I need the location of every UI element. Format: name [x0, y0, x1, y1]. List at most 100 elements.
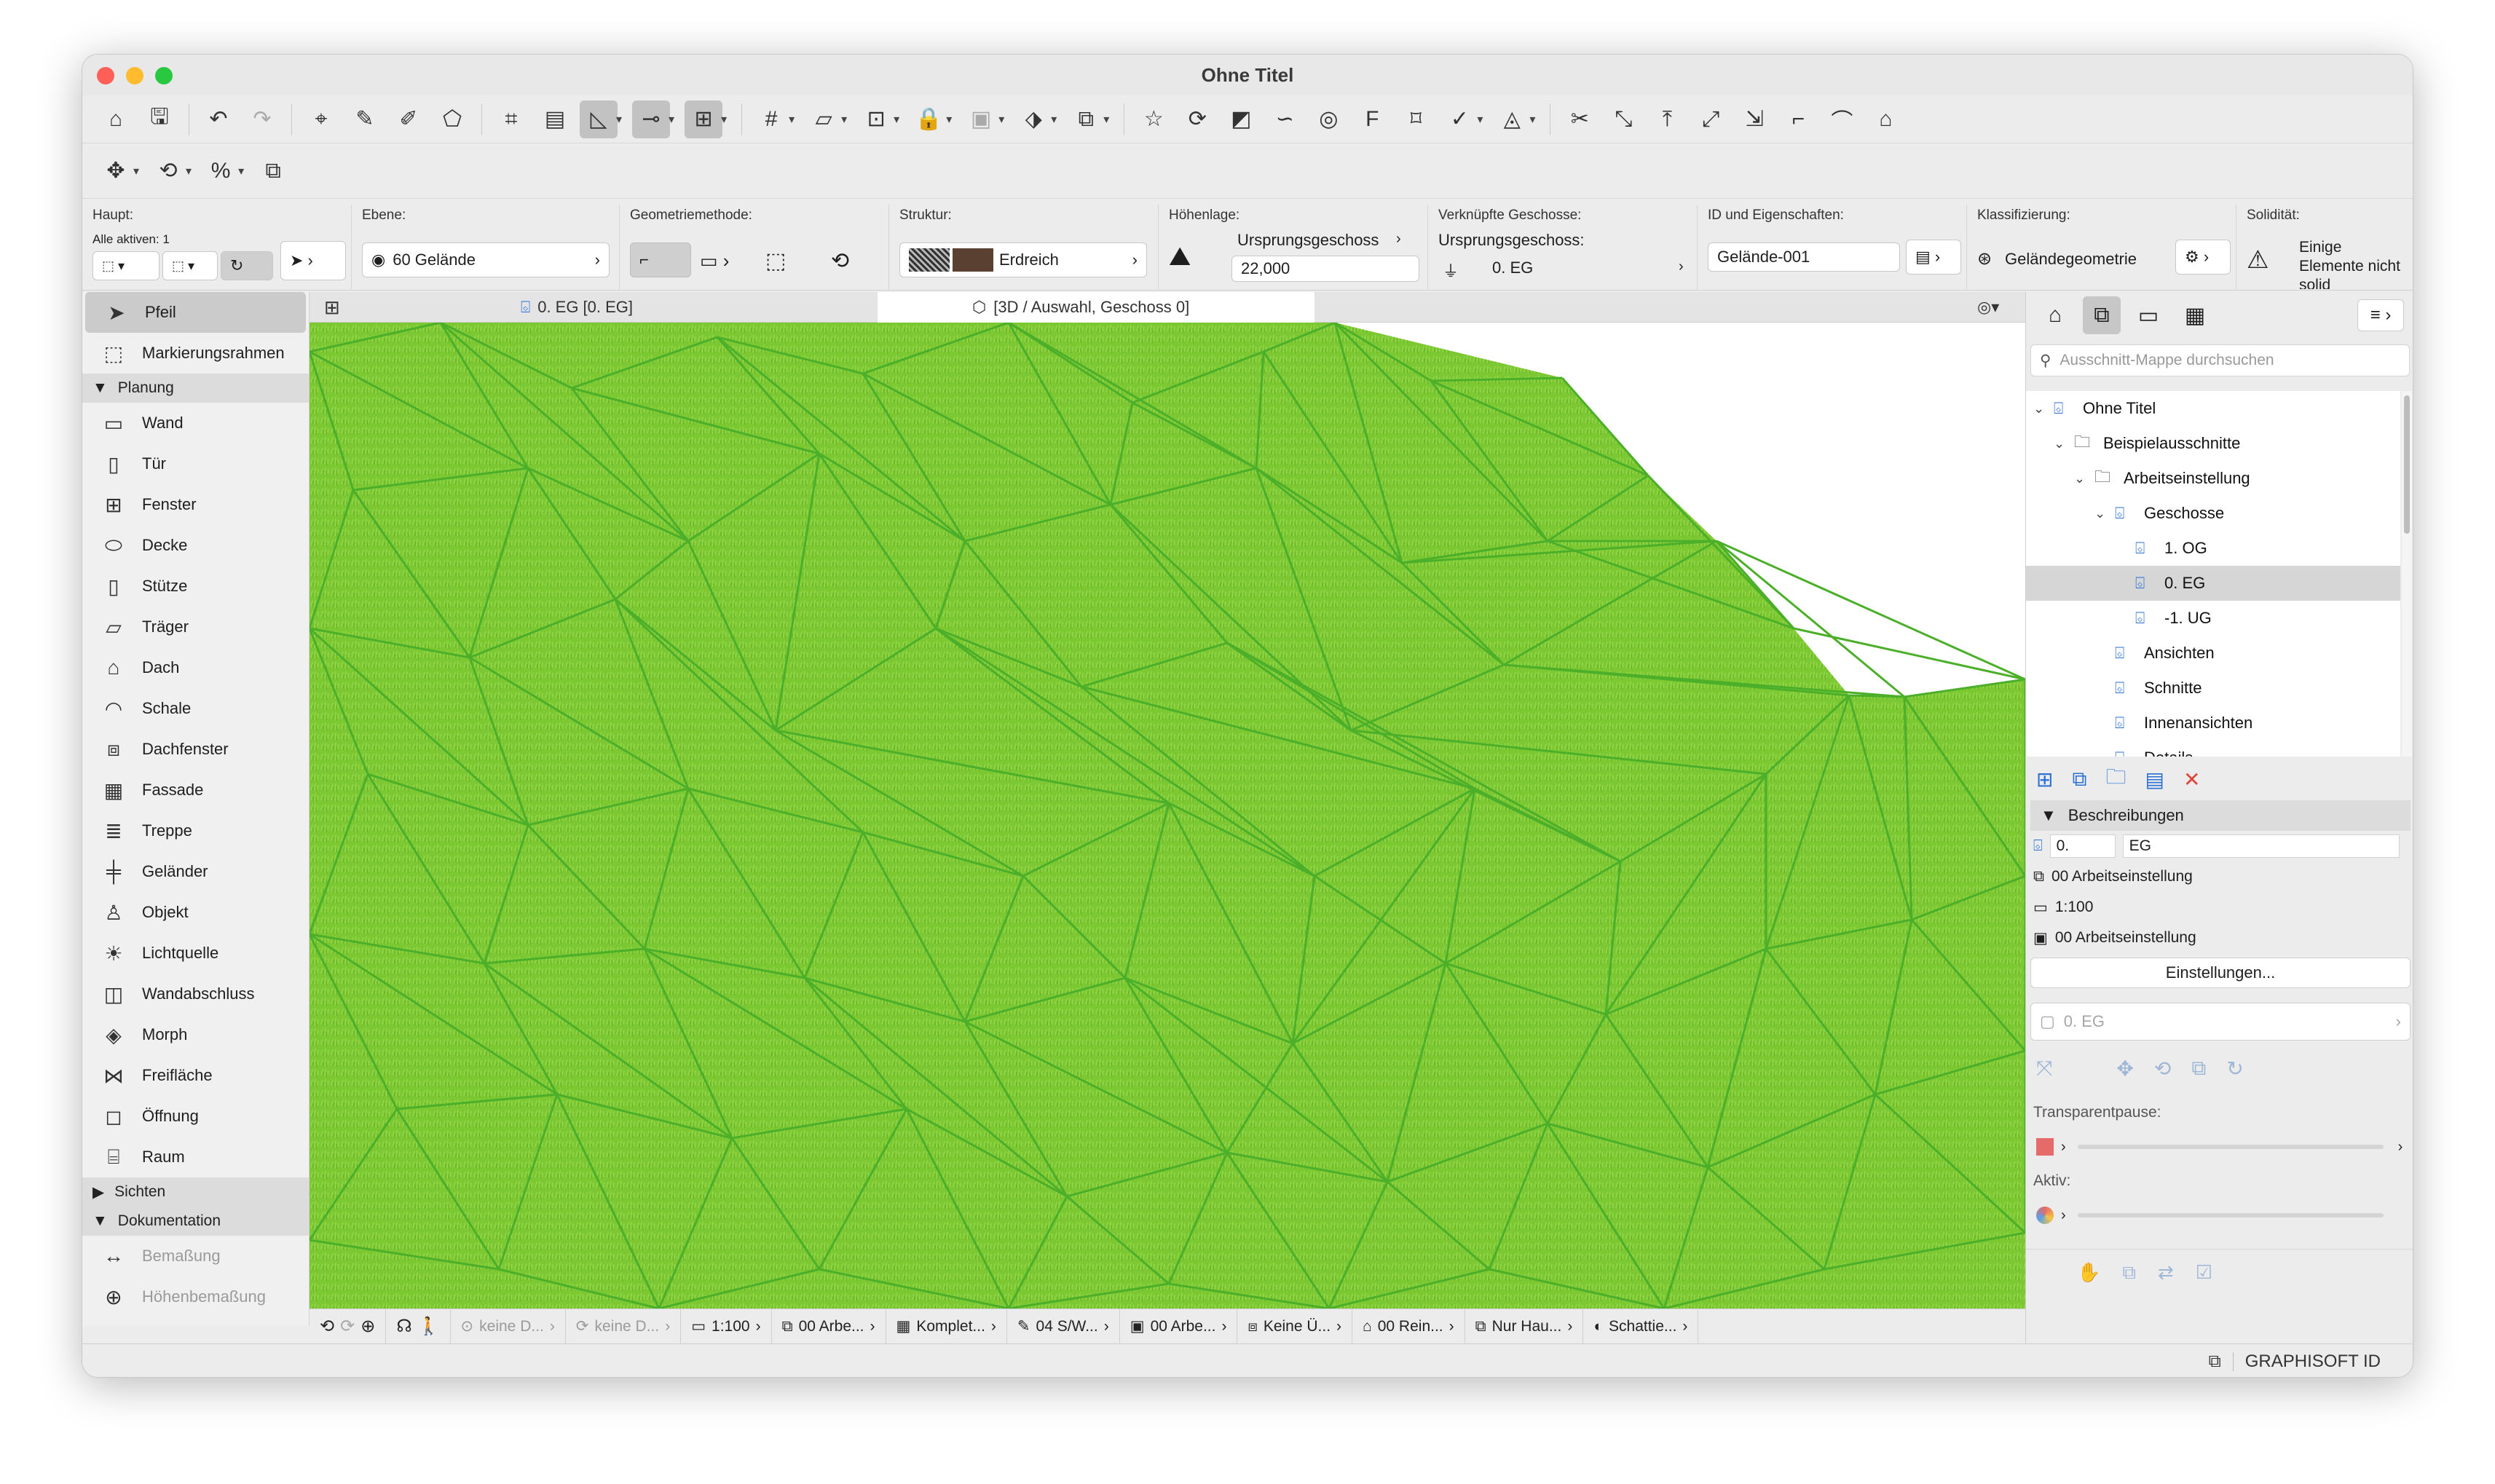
tool-door[interactable]: ▯ Tür — [82, 443, 309, 484]
tool-opening[interactable]: ◻ Öffnung — [82, 1096, 309, 1137]
walk-icon[interactable]: 🚶 — [418, 1316, 440, 1337]
status-item[interactable]: ⧈ Keine Ü... › — [1237, 1309, 1353, 1343]
geometry-box-icon[interactable]: ⬚ — [765, 248, 786, 274]
description-name-input[interactable]: EG — [2122, 834, 2400, 858]
geometry-rotate-icon[interactable]: ⟲ — [831, 248, 849, 274]
render-icon[interactable]: ◩ — [1222, 100, 1260, 138]
tree-scrollbar[interactable] — [2402, 391, 2412, 757]
tool-object[interactable]: ♙ Objekt — [82, 892, 309, 933]
new-folder-icon[interactable]: 🗀 — [2105, 762, 2126, 797]
navigation-mode[interactable]: ☊ 🚶 — [386, 1309, 451, 1343]
close-window-button[interactable] — [97, 67, 114, 84]
duplicate-icon[interactable]: ⧉ — [254, 152, 292, 190]
status-item[interactable]: ◐ Schattie... › — [1583, 1309, 1699, 1343]
status-item[interactable]: ▣ 00 Arbe... › — [1120, 1309, 1238, 1343]
delete-icon[interactable]: ✕ — [2183, 767, 2200, 792]
settings-button[interactable]: Einstellungen... — [2030, 958, 2411, 988]
tool-zone[interactable]: ⌸ Raum — [82, 1137, 309, 1177]
save-icon[interactable]: 🖫 — [141, 100, 178, 138]
status-item[interactable]: ⟳ keine D... › — [566, 1309, 682, 1343]
color-wheel-icon[interactable] — [2036, 1207, 2054, 1224]
trace-icon[interactable]: ∽ — [1266, 100, 1304, 138]
window-layout-icon[interactable]: ⧉ — [2209, 1351, 2221, 1372]
ruler-icon[interactable]: ▤ — [536, 100, 574, 138]
brand-label[interactable]: GRAPHISOFT ID — [2245, 1351, 2381, 1372]
tree-node[interactable]: ⌄ ⌺ Geschosse — [2026, 496, 2400, 531]
roof-trim-icon[interactable]: ⌂ — [1867, 100, 1904, 138]
chevron-right-icon[interactable]: › — [2061, 1139, 2066, 1156]
chevron-down-icon[interactable]: ⌄ — [2054, 436, 2067, 451]
attributes-icon[interactable]: ✓ — [1440, 100, 1478, 138]
edit-plane-icon[interactable]: ⏥ — [805, 100, 843, 138]
chevron-down-icon[interactable]: ▾ — [133, 164, 139, 178]
status-item[interactable]: ▭ 1:100 › — [681, 1309, 772, 1343]
tree-node[interactable]: ⌺ 0. EG — [2026, 566, 2400, 601]
group-dokumentation[interactable]: ▼ Dokumentation — [82, 1207, 309, 1236]
text-style-icon[interactable]: F — [1353, 100, 1391, 138]
split-icon[interactable]: ✂ — [1561, 100, 1599, 138]
home-icon[interactable]: ⌂ — [97, 100, 135, 138]
tag-icon[interactable]: ⌑ — [1397, 100, 1435, 138]
tool-window[interactable]: ⊞ Fenster — [82, 484, 309, 525]
marquee-method-field[interactable]: ⬚ ▾ — [162, 251, 218, 280]
pointer-icon[interactable]: ➤ › — [280, 241, 346, 280]
resize-icon[interactable]: ⤢ — [1692, 100, 1730, 138]
tree-node[interactable]: ⌺ Innenansichten — [2026, 706, 2400, 741]
lock-icon[interactable]: 🔒 — [910, 100, 947, 138]
tree-node[interactable]: ⌺ -1. UG — [2026, 601, 2400, 636]
chevron-down-icon[interactable]: ⌄ — [2033, 401, 2046, 417]
chevron-down-icon[interactable]: ▾ — [1103, 112, 1109, 127]
properties-icon[interactable]: ▤ › — [1906, 240, 1961, 275]
chevron-down-icon[interactable]: ▾ — [1529, 112, 1535, 127]
3d-viewport[interactable] — [310, 323, 2025, 1309]
classification-settings-icon[interactable]: ⚙ › — [2175, 240, 2231, 275]
element-display-icon[interactable]: ⬗ — [1014, 100, 1052, 138]
rotate-view-icon[interactable]: ↻ — [221, 251, 273, 280]
magic-wand-icon[interactable]: ⬠ — [433, 100, 471, 138]
elevation-input[interactable]: 22,000 — [1231, 256, 1419, 282]
chevron-down-icon[interactable]: ▾ — [238, 164, 244, 178]
new-view-icon[interactable]: ⊞ — [2036, 767, 2053, 792]
status-item[interactable]: ⧉ 00 Arbe... › — [772, 1309, 886, 1343]
navigator-search[interactable]: ⚲ Ausschnitt-Mappe durchsuchen — [2030, 344, 2410, 376]
description-number-input[interactable]: 0. — [2049, 834, 2116, 858]
tree-node[interactable]: ⌺ Schnitte — [2026, 671, 2400, 706]
status-item[interactable]: ⊙ keine D... › — [451, 1309, 566, 1343]
guide-lines-icon[interactable]: ◺ — [580, 100, 618, 138]
aktiv-slider[interactable] — [2077, 1213, 2384, 1217]
percent-icon[interactable]: % — [202, 152, 240, 190]
gravity-icon[interactable]: ⊞ — [685, 100, 723, 138]
zoom-in-icon[interactable]: ⊕ — [360, 1316, 375, 1337]
zoom-window-button[interactable] — [155, 67, 173, 84]
snap-icon[interactable]: ⌗ — [492, 100, 530, 138]
view-options-icon[interactable]: ◎▾ — [1963, 292, 2025, 323]
chevron-down-icon[interactable]: ▾ — [669, 112, 674, 127]
adjust-icon[interactable]: ⤡ — [1604, 100, 1642, 138]
elevate-icon[interactable]: ⤒ — [1648, 100, 1686, 138]
status-item[interactable]: ▦ Komplet... › — [886, 1309, 1007, 1343]
shape-icon[interactable]: ◬ — [1493, 100, 1531, 138]
color-swatch-icon[interactable] — [2036, 1138, 2054, 1156]
chevron-down-icon[interactable]: ▾ — [946, 112, 952, 127]
group-icon[interactable]: ⧉ — [1067, 100, 1105, 138]
group-sichten[interactable]: ▶ Sichten — [82, 1177, 309, 1207]
tool-morph[interactable]: ◈ Morph — [82, 1014, 309, 1055]
curve-icon[interactable]: ⌒ — [1823, 100, 1861, 138]
layer-icon[interactable]: ▣ — [962, 100, 1000, 138]
tab-overview-icon[interactable]: ⊞ — [310, 292, 353, 323]
tree-scrollbar-thumb[interactable] — [2404, 395, 2410, 534]
tool-wall-end[interactable]: ◫ Wandabschluss — [82, 974, 309, 1014]
fillet-icon[interactable]: ⌐ — [1779, 100, 1817, 138]
chevron-right-icon[interactable]: › — [1679, 258, 1684, 275]
inject-icon[interactable]: ✐ — [390, 100, 427, 138]
project-map-icon[interactable]: ⌂ — [2036, 296, 2074, 334]
beschreibungen-group[interactable]: ▼ Beschreibungen — [2030, 800, 2411, 831]
orbit-icon[interactable]: ⟲ — [320, 1316, 334, 1337]
redo-view-icon[interactable]: ⟳ — [340, 1316, 355, 1337]
chevron-down-icon[interactable]: ▾ — [186, 164, 192, 178]
tool-marquee[interactable]: ⬚ Markierungsrahmen — [82, 333, 309, 374]
chevron-down-icon[interactable]: ▾ — [616, 112, 622, 127]
tree-node[interactable]: ⌺ Ansichten — [2026, 636, 2400, 671]
chevron-right-icon[interactable]: › — [2398, 1139, 2403, 1156]
tool-wall[interactable]: ▭ Wand — [82, 403, 309, 443]
